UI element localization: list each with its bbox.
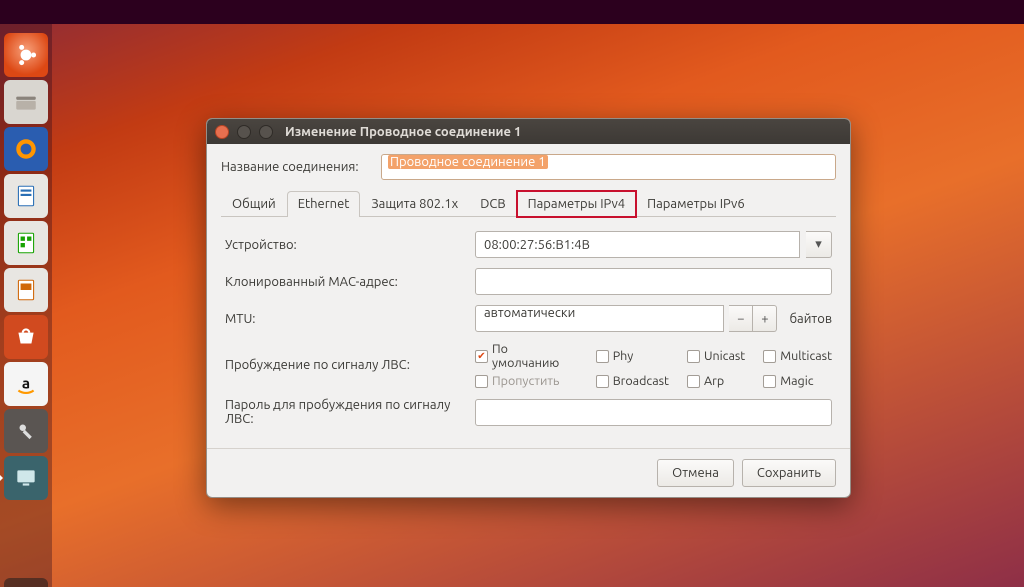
connection-name-value: Проводное соединение 1 (388, 155, 548, 169)
settings-icon[interactable] (4, 409, 48, 453)
tab-ethernet[interactable]: Ethernet (287, 191, 361, 217)
tab-ipv4[interactable]: Параметры IPv4 (517, 191, 637, 217)
cancel-button[interactable]: Отмена (657, 459, 734, 487)
cloned-mac-input[interactable] (475, 268, 832, 295)
tabs: Общий Ethernet Защита 802.1x DCB Парамет… (221, 190, 836, 217)
wol-label: Пробуждение по сигналу ЛВС: (225, 358, 475, 372)
svg-text:a: a (22, 374, 30, 391)
device-select[interactable]: 08:00:27:56:B1:4B (475, 231, 800, 258)
window-maximize-icon[interactable] (259, 125, 273, 139)
dash-icon[interactable] (4, 33, 48, 77)
tab-general[interactable]: Общий (221, 191, 287, 217)
files-icon[interactable] (4, 80, 48, 124)
tab-ipv6[interactable]: Параметры IPv6 (636, 191, 756, 217)
connection-name-label: Название соединения: (221, 160, 381, 174)
device-dropdown-button[interactable]: ▾ (806, 231, 832, 258)
chevron-down-icon: ▾ (815, 237, 822, 252)
trash-icon[interactable] (4, 578, 48, 587)
wol-unicast-checkbox[interactable]: Unicast (687, 342, 745, 370)
wol-default-checkbox[interactable]: По умолчанию (475, 342, 578, 370)
save-button[interactable]: Сохранить (742, 459, 836, 487)
mtu-unit: байтов (789, 312, 832, 326)
connection-name-input[interactable]: Проводное соединение 1 (381, 154, 836, 180)
wol-arp-checkbox[interactable]: Arp (687, 374, 745, 388)
device-value: 08:00:27:56:B1:4B (484, 238, 590, 252)
writer-icon[interactable] (4, 174, 48, 218)
tab-security[interactable]: Защита 802.1x (360, 191, 469, 217)
mtu-label: MTU: (225, 312, 475, 326)
firefox-icon[interactable] (4, 127, 48, 171)
window-close-icon[interactable] (215, 125, 229, 139)
dialog-footer: Отмена Сохранить (207, 448, 850, 497)
ethernet-pane: Устройство: 08:00:27:56:B1:4B ▾ Клониров… (221, 217, 836, 440)
cloned-mac-label: Клонированный MAC-адрес: (225, 275, 475, 289)
edit-connection-window: Изменение Проводное соединение 1 Названи… (206, 118, 851, 498)
calc-icon[interactable] (4, 221, 48, 265)
window-minimize-icon[interactable] (237, 125, 251, 139)
impress-icon[interactable] (4, 268, 48, 312)
mtu-increment-button[interactable]: + (753, 305, 777, 332)
amazon-icon[interactable]: a (4, 362, 48, 406)
wol-skip-checkbox: Пропустить (475, 374, 578, 388)
wol-options: По умолчанию Phy Unicast Multicast Пропу… (475, 342, 832, 388)
top-menu-bar (0, 0, 1024, 24)
unity-launcher: a (0, 24, 52, 587)
device-label: Устройство: (225, 238, 475, 252)
mtu-input[interactable]: автоматически (475, 305, 724, 332)
wol-magic-checkbox[interactable]: Magic (763, 374, 832, 388)
window-titlebar[interactable]: Изменение Проводное соединение 1 (207, 119, 850, 144)
wol-multicast-checkbox[interactable]: Multicast (763, 342, 832, 370)
window-title: Изменение Проводное соединение 1 (285, 125, 521, 139)
mtu-decrement-button[interactable]: − (729, 305, 753, 332)
wol-password-input[interactable] (475, 399, 832, 426)
network-manager-icon[interactable] (4, 456, 48, 500)
software-center-icon[interactable] (4, 315, 48, 359)
tab-dcb[interactable]: DCB (469, 191, 516, 217)
wol-password-label: Пароль для пробуждения по сигналу ЛВС: (225, 398, 475, 426)
wol-phy-checkbox[interactable]: Phy (596, 342, 669, 370)
wol-broadcast-checkbox[interactable]: Broadcast (596, 374, 669, 388)
